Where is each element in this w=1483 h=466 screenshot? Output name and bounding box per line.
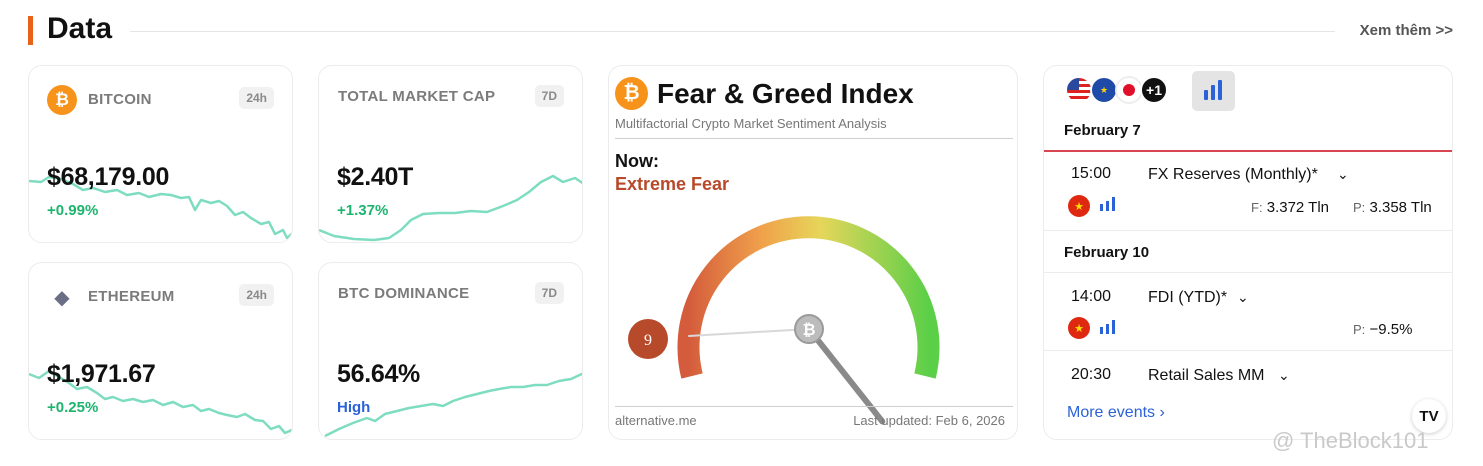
calendar-date: February 10 — [1064, 244, 1150, 261]
importance-icon — [1100, 320, 1115, 334]
see-more-link[interactable]: Xem thêm >> — [1360, 22, 1453, 39]
event-previous: P: 3.358 Tln — [1353, 199, 1432, 216]
fear-greed-card[interactable]: ₿ Fear & Greed Index Multifactorial Cryp… — [608, 65, 1018, 440]
ethereum-change: +0.25% — [47, 399, 99, 416]
last-updated: Last updated: Feb 6, 2026 — [853, 413, 1005, 428]
market-cap-value: $2.40T — [337, 163, 414, 191]
chevron-down-icon[interactable]: ⌄ — [1278, 367, 1290, 384]
chevron-down-icon[interactable]: ⌄ — [1237, 289, 1249, 306]
section-title: Data — [47, 12, 113, 45]
event-forecast: F: 3.372 Tln — [1251, 199, 1330, 216]
bitcoin-change: +0.99% — [47, 202, 99, 219]
bar-chart-icon[interactable] — [1192, 71, 1235, 111]
now-label: Now: — [615, 151, 659, 171]
bitcoin-card[interactable]: ₿ BITCOIN 24h $68,179.00 +0.99% — [28, 65, 293, 243]
eu-flag-icon[interactable]: ★ — [1090, 76, 1118, 104]
section-accent-bar — [28, 16, 33, 45]
date-divider — [1044, 150, 1452, 152]
market-cap-change: +1.37% — [337, 202, 389, 219]
gauge-needle — [806, 326, 886, 425]
fear-greed-title: Fear & Greed Index — [657, 78, 914, 109]
more-events-link[interactable]: More events › — [1067, 404, 1165, 422]
market-cap-card[interactable]: TOTAL MARKET CAP 7D $2.40T +1.37% — [318, 65, 583, 243]
calendar-date: February 7 — [1064, 122, 1141, 139]
btc-dominance-card[interactable]: BTC DOMINANCE 7D 56.64% High — [318, 262, 583, 440]
watermark: @ TheBlock101 — [1272, 428, 1429, 453]
row-divider — [1044, 350, 1452, 351]
fear-greed-gauge: ₿ 9 — [628, 216, 940, 425]
bitcoin-price: $68,179.00 — [47, 163, 170, 191]
gauge-arc — [677, 216, 940, 379]
economic-calendar-card: ★ +1 February 7 15:00 FX Reserves (Month… — [1043, 65, 1453, 440]
japan-flag-icon[interactable] — [1115, 76, 1143, 104]
row-divider — [1044, 230, 1452, 231]
event-name[interactable]: Retail Sales MM — [1148, 367, 1264, 385]
row-divider — [1044, 272, 1452, 273]
divider — [615, 406, 1013, 407]
event-previous: P: −9.5% — [1353, 321, 1413, 338]
us-flag-icon[interactable] — [1065, 76, 1093, 104]
chevron-down-icon[interactable]: ⌄ — [1337, 166, 1349, 183]
btc-dominance-status: High — [337, 399, 371, 416]
event-time: 15:00 — [1071, 165, 1112, 182]
event-time: 14:00 — [1071, 288, 1112, 305]
more-flags-button[interactable]: +1 — [1140, 76, 1168, 104]
china-flag-icon: ★ — [1068, 195, 1090, 217]
btc-dominance-value: 56.64% — [337, 360, 420, 388]
needle-bitcoin-icon: ₿ — [802, 320, 815, 339]
event-time: 20:30 — [1071, 366, 1112, 383]
importance-icon — [1100, 197, 1115, 211]
fear-greed-subtitle: Multifactorial Crypto Market Sentiment A… — [615, 116, 887, 131]
chevron-right-icon: › — [1159, 404, 1165, 421]
china-flag-icon: ★ — [1068, 317, 1090, 339]
event-name[interactable]: FDI (YTD)* — [1148, 289, 1227, 307]
ethereum-card[interactable]: ◆ ETHEREUM 24h $1,971.67 +0.25% — [28, 262, 293, 440]
ethereum-price: $1,971.67 — [47, 360, 156, 388]
fear-greed-value: 9 — [644, 332, 652, 349]
section-divider — [130, 31, 1335, 32]
bitcoin-icon: ₿ — [615, 77, 648, 110]
divider — [615, 138, 1013, 139]
event-name[interactable]: FX Reserves (Monthly)* — [1148, 166, 1318, 184]
source-link[interactable]: alternative.me — [615, 413, 697, 428]
